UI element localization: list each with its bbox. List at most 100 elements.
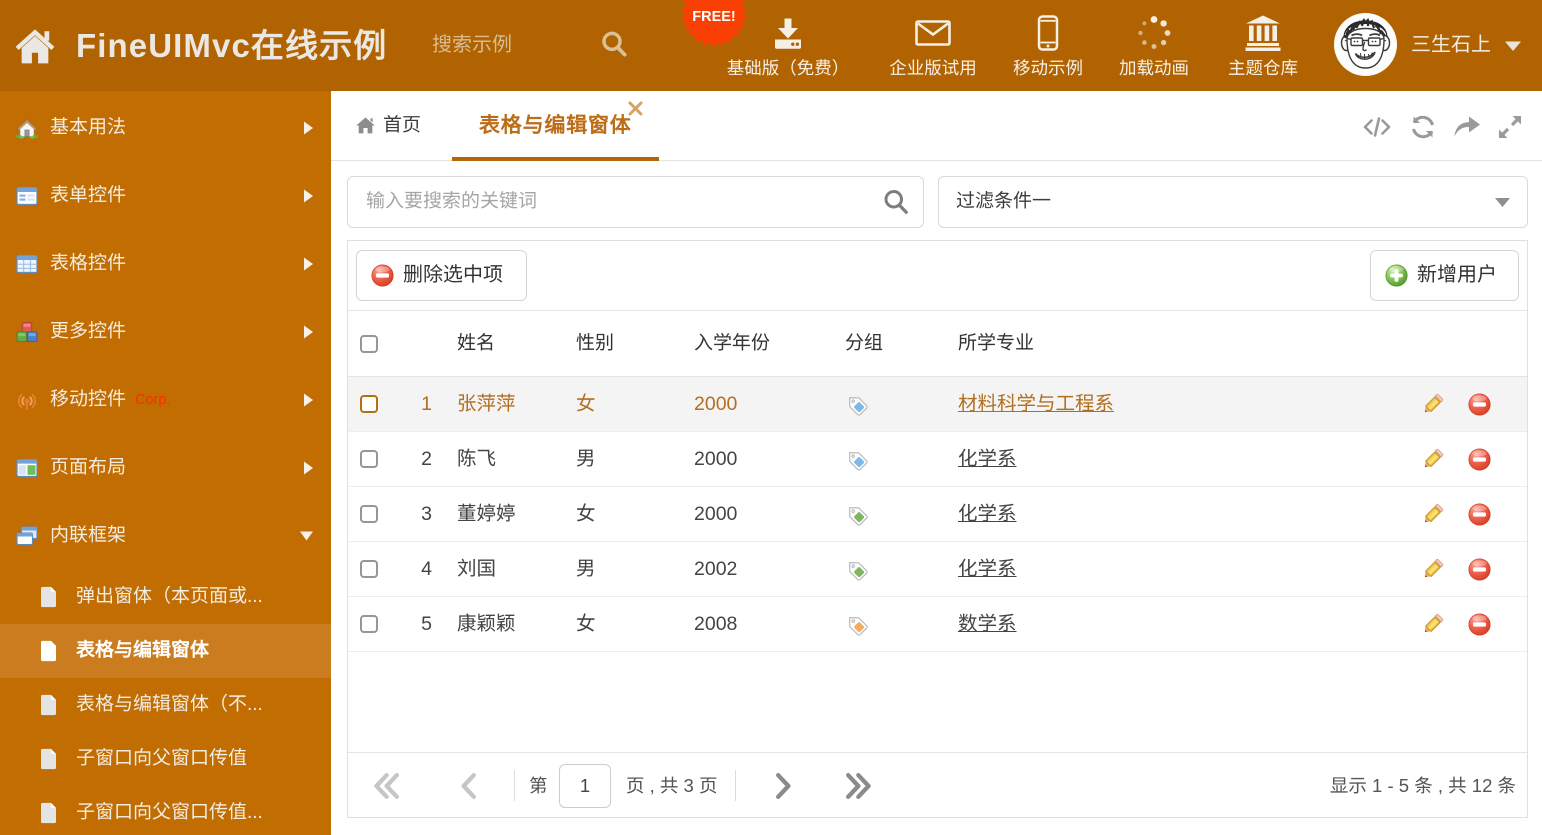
tag-icon [845,613,868,636]
row-checkbox[interactable] [360,395,378,413]
minus-circle-icon [371,264,394,287]
delete-row-icon[interactable] [1468,448,1491,471]
sidebar-subitem-grid-edit-window[interactable]: 表格与编辑窗体 [0,624,331,678]
delete-row-icon[interactable] [1468,613,1491,636]
sidebar-subitem-child-to-parent-2[interactable]: 子窗口向父窗口传值... [0,786,331,835]
tab-home[interactable]: 首页 [355,91,451,160]
sidebar-item-page-layout[interactable]: 页面布局 [0,434,331,502]
edit-pencil-icon[interactable] [1421,613,1444,636]
sidebar-subitem-grid-edit-window-2[interactable]: 表格与编辑窗体（不... [0,678,331,732]
row-number: 3 [421,503,432,525]
sidebar-item-grid-controls[interactable]: 表格控件 [0,230,331,298]
sidebar-item-iframe[interactable]: 内联框架 [0,502,331,570]
cell-gender: 女 [576,613,596,635]
page-number-input[interactable] [559,764,611,808]
chevron-right-icon [304,257,313,271]
column-header-gender[interactable]: 性别 [576,311,614,376]
form-icon [16,186,38,206]
sidebar-item-label: 表格控件 [50,253,127,274]
delete-row-icon[interactable] [1468,393,1491,416]
app-title[interactable]: FineUIMvc在线示例 [76,0,387,91]
column-header-name[interactable]: 姓名 [457,311,495,376]
edit-pencil-icon[interactable] [1421,448,1444,471]
home-tab-icon [356,117,375,134]
edit-pencil-icon[interactable] [1421,503,1444,526]
user-avatar[interactable] [1334,13,1397,76]
sidebar-subitem-label: 子窗口向父窗口传值... [76,802,263,823]
select-all-checkbox[interactable] [360,334,378,353]
sidebar-item-more-controls[interactable]: 更多控件 [0,298,331,366]
column-header-group[interactable]: 分组 [845,311,883,376]
user-menu-caret-icon[interactable] [1504,40,1522,52]
chevron-right-icon [304,461,313,475]
cell-gender: 女 [576,503,596,525]
expand-icon[interactable] [1495,112,1525,142]
add-user-button[interactable]: 新增用户 [1370,250,1519,301]
sidebar-item-label: 页面布局 [50,457,127,478]
cell-gender: 女 [576,393,596,415]
table-row[interactable]: 3 董婷婷 女 2000 化学系 [348,487,1527,542]
file-icon [40,803,57,824]
nav-item-enterprise-trial[interactable]: 企业版试用 [868,0,998,91]
sidebar-subitem-popup-window[interactable]: 弹出窗体（本页面或... [0,570,331,624]
home-icon[interactable] [13,25,57,67]
cell-major-link[interactable]: 数学系 [958,597,1017,651]
prev-page-icon[interactable] [456,772,484,800]
row-checkbox[interactable] [360,450,378,468]
sidebar-item-mobile-controls[interactable]: 移动控件 Corp. [0,366,331,434]
edit-pencil-icon[interactable] [1421,558,1444,581]
cell-major-link[interactable]: 化学系 [958,432,1017,486]
tab-close-icon[interactable] [628,101,643,116]
chevron-right-icon [304,325,313,339]
table-row[interactable]: 4 刘国 男 2002 化学系 [348,542,1527,597]
pagination-summary: 显示 1 - 5 条 , 共 12 条 [1329,775,1516,796]
nav-item-label: 主题仓库 [1228,58,1298,78]
row-checkbox[interactable] [360,615,378,633]
sidebar-item-basic-usage[interactable]: 基本用法 [0,94,331,162]
column-header-major[interactable]: 所学专业 [958,311,1034,376]
nav-item-theme-store[interactable]: 主题仓库 [1198,0,1328,91]
header-search-input[interactable]: 搜索示例 [432,0,512,91]
row-checkbox[interactable] [360,505,378,523]
share-icon[interactable] [1452,112,1482,142]
download-icon [775,18,801,49]
cell-year: 2008 [694,613,738,635]
user-name[interactable]: 三生石上 [1411,0,1491,91]
pager-separator [514,770,515,801]
sidebar-subitem-child-to-parent[interactable]: 子窗口向父窗口传值 [0,732,331,786]
column-header-year[interactable]: 入学年份 [694,311,770,376]
last-page-icon[interactable] [845,772,873,800]
row-checkbox[interactable] [360,560,378,578]
pager-separator [735,770,736,801]
code-icon[interactable] [1362,112,1392,142]
sidebar-item-form-controls[interactable]: 表单控件 [0,162,331,230]
cell-name: 康颖颖 [457,613,516,635]
cell-major-link[interactable]: 化学系 [958,542,1017,596]
sidebar-item-label: 更多控件 [50,321,127,342]
delete-row-icon[interactable] [1468,558,1491,581]
nav-item-basic-edition[interactable]: 基础版（免费） [723,0,853,91]
table-row[interactable]: 2 陈飞 男 2000 化学系 [348,432,1527,487]
grid-header-row: 姓名 性别 入学年份 分组 所学专业 [348,311,1527,377]
delete-button-label: 删除选中项 [403,264,503,286]
plus-circle-icon [1385,264,1408,287]
filter-dropdown[interactable]: 过滤条件一 [938,176,1528,228]
refresh-icon[interactable] [1408,112,1438,142]
delete-selected-button[interactable]: 删除选中项 [356,250,527,301]
table-row[interactable]: 1 张萍萍 女 2000 材料科学与工程系 [348,377,1527,432]
spinner-icon [1138,16,1171,49]
header-search-icon[interactable] [598,28,630,60]
table-row[interactable]: 5 康颖颖 女 2008 数学系 [348,597,1527,652]
keyword-search-input[interactable]: 输入要搜索的关键词 [347,176,924,228]
next-page-icon[interactable] [768,772,796,800]
edit-pencil-icon[interactable] [1421,393,1444,416]
first-page-icon[interactable] [372,772,400,800]
cell-year: 2000 [694,393,738,415]
search-icon[interactable] [881,187,911,217]
cell-major-link[interactable]: 材料科学与工程系 [958,377,1114,431]
cell-major-link[interactable]: 化学系 [958,487,1017,541]
tab-grid-edit-window[interactable]: 表格与编辑窗体 [479,91,659,160]
grid-toolbar: 删除选中项 新增用户 [348,241,1527,311]
chevron-right-icon [304,393,313,407]
delete-row-icon[interactable] [1468,503,1491,526]
